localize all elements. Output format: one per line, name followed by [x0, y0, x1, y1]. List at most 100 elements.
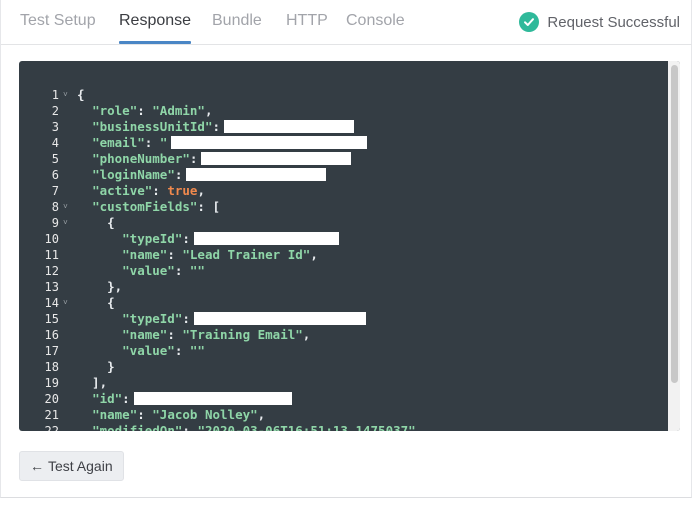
- code-lines: 1 ˅ {2 "role": "Admin", 3 "businessUnitId":…: [19, 87, 659, 431]
- code-token: :: [167, 327, 183, 342]
- code-text: {: [77, 295, 115, 311]
- line-number: 20: [44, 392, 59, 406]
- code-token: :: [182, 423, 198, 431]
- code-text: "customFields": [: [77, 199, 220, 215]
- code-line: 8 ˅ "customFields": [: [19, 199, 659, 215]
- fold-toggle-icon[interactable]: ˅: [63, 295, 68, 311]
- status-text: Request Successful: [547, 13, 680, 31]
- check-circle-icon: [519, 12, 540, 32]
- line-number: 7: [51, 184, 59, 198]
- code-text: "modifiedOn": "2020-03-06T16:51:13.14750…: [77, 423, 416, 431]
- line-number: 8: [51, 200, 59, 214]
- fold-toggle-icon[interactable]: ˅: [63, 215, 68, 231]
- line-number: 9: [51, 216, 59, 230]
- code-token: "role": [92, 103, 138, 118]
- line-number: 5: [51, 152, 59, 166]
- code-token: "value": [122, 263, 175, 278]
- test-again-label: Test Again: [48, 458, 113, 474]
- code-token: "name": [122, 327, 168, 342]
- code-token: "": [189, 343, 205, 358]
- redaction-box: [171, 136, 368, 149]
- response-code-viewer[interactable]: 1 ˅ {2 "role": "Admin", 3 "businessUnitId":…: [19, 61, 680, 431]
- code-token: "": [189, 263, 205, 278]
- redaction-box: [193, 312, 366, 325]
- code-line: 21 "name": "Jacob Nolley",: [19, 407, 659, 423]
- tab-http[interactable]: HTTP: [286, 0, 328, 45]
- line-number: 3: [51, 120, 59, 134]
- code-line: 6 "loginName":: [19, 167, 659, 183]
- line-number: 12: [44, 264, 59, 278]
- code-text: {: [77, 215, 115, 231]
- code-line: 10 "typeId":: [19, 231, 659, 247]
- code-token: "id": [92, 391, 123, 406]
- code-token: "Admin": [152, 103, 205, 118]
- line-number: 1: [51, 88, 59, 102]
- code-line: 17 "value": "": [19, 343, 659, 359]
- line-number: 4: [51, 136, 59, 150]
- code-line: 15 "typeId":: [19, 311, 659, 327]
- tab-test-setup[interactable]: Test Setup: [20, 0, 96, 45]
- line-number: 17: [44, 344, 59, 358]
- code-token: "Lead Trainer Id": [182, 247, 311, 262]
- code-token: ": [159, 135, 168, 150]
- code-line: 14 ˅ {: [19, 295, 659, 311]
- code-text: "typeId":: [77, 231, 339, 247]
- code-token: :: [174, 263, 190, 278]
- code-text: "loginName":: [77, 167, 327, 183]
- code-text: "active": true,: [77, 183, 205, 199]
- code-line: 20 "id":: [19, 391, 659, 407]
- line-number: 19: [44, 376, 59, 390]
- test-again-button[interactable]: ← Test Again: [19, 451, 124, 481]
- code-line: 22 "modifiedOn": "2020-03-06T16:51:13.14…: [19, 423, 659, 431]
- code-text: "businessUnitId":: [77, 119, 355, 135]
- code-text: "name": "Training Email",: [77, 327, 310, 343]
- code-token: {: [77, 87, 85, 102]
- code-line: 3 "businessUnitId":: [19, 119, 659, 135]
- code-line: 2 "role": "Admin",: [19, 103, 659, 119]
- code-line: 7 "active": true,: [19, 183, 659, 199]
- code-token: {: [77, 295, 115, 310]
- code-token: ,: [204, 103, 213, 118]
- code-line: 9 ˅ {: [19, 215, 659, 231]
- code-line: 16 "name": "Training Email",: [19, 327, 659, 343]
- code-token: "email": [92, 135, 145, 150]
- code-text: "typeId":: [77, 311, 366, 327]
- redaction-box: [224, 120, 355, 133]
- line-number: 14: [44, 296, 59, 310]
- app-frame: Test Setup Response Bundle HTTP Console …: [0, 0, 692, 498]
- code-token: ,: [257, 407, 266, 422]
- fold-toggle-icon[interactable]: ˅: [63, 87, 68, 103]
- vertical-scrollbar[interactable]: [668, 61, 680, 431]
- tab-console[interactable]: Console: [346, 0, 405, 45]
- redaction-box: [193, 232, 339, 245]
- code-token: }: [77, 359, 115, 374]
- code-token: "Training Email": [182, 327, 303, 342]
- code-token: },: [77, 279, 123, 294]
- code-text: "value": "": [77, 343, 205, 359]
- code-token: "typeId": [122, 231, 183, 246]
- tab-bundle[interactable]: Bundle: [212, 0, 262, 45]
- code-line: 11 "name": "Lead Trainer Id",: [19, 247, 659, 263]
- code-token: "name": [122, 247, 168, 262]
- scrollbar-thumb[interactable]: [671, 65, 678, 383]
- code-text: "role": "Admin",: [77, 103, 213, 119]
- line-number: 13: [44, 280, 59, 294]
- code-line: 18 }: [19, 359, 659, 375]
- redaction-box: [186, 168, 327, 181]
- tab-response[interactable]: Response: [119, 0, 192, 45]
- code-token: true: [167, 183, 198, 198]
- code-text: "phoneNumber":: [77, 151, 352, 167]
- line-number: 11: [44, 248, 59, 262]
- fold-toggle-icon[interactable]: ˅: [63, 199, 68, 215]
- request-status: Request Successful: [519, 11, 680, 33]
- line-number: 21: [44, 408, 59, 422]
- code-token: "active": [92, 183, 153, 198]
- code-token: ,: [310, 247, 318, 262]
- code-token: : [: [197, 199, 220, 214]
- code-token: :: [174, 167, 183, 182]
